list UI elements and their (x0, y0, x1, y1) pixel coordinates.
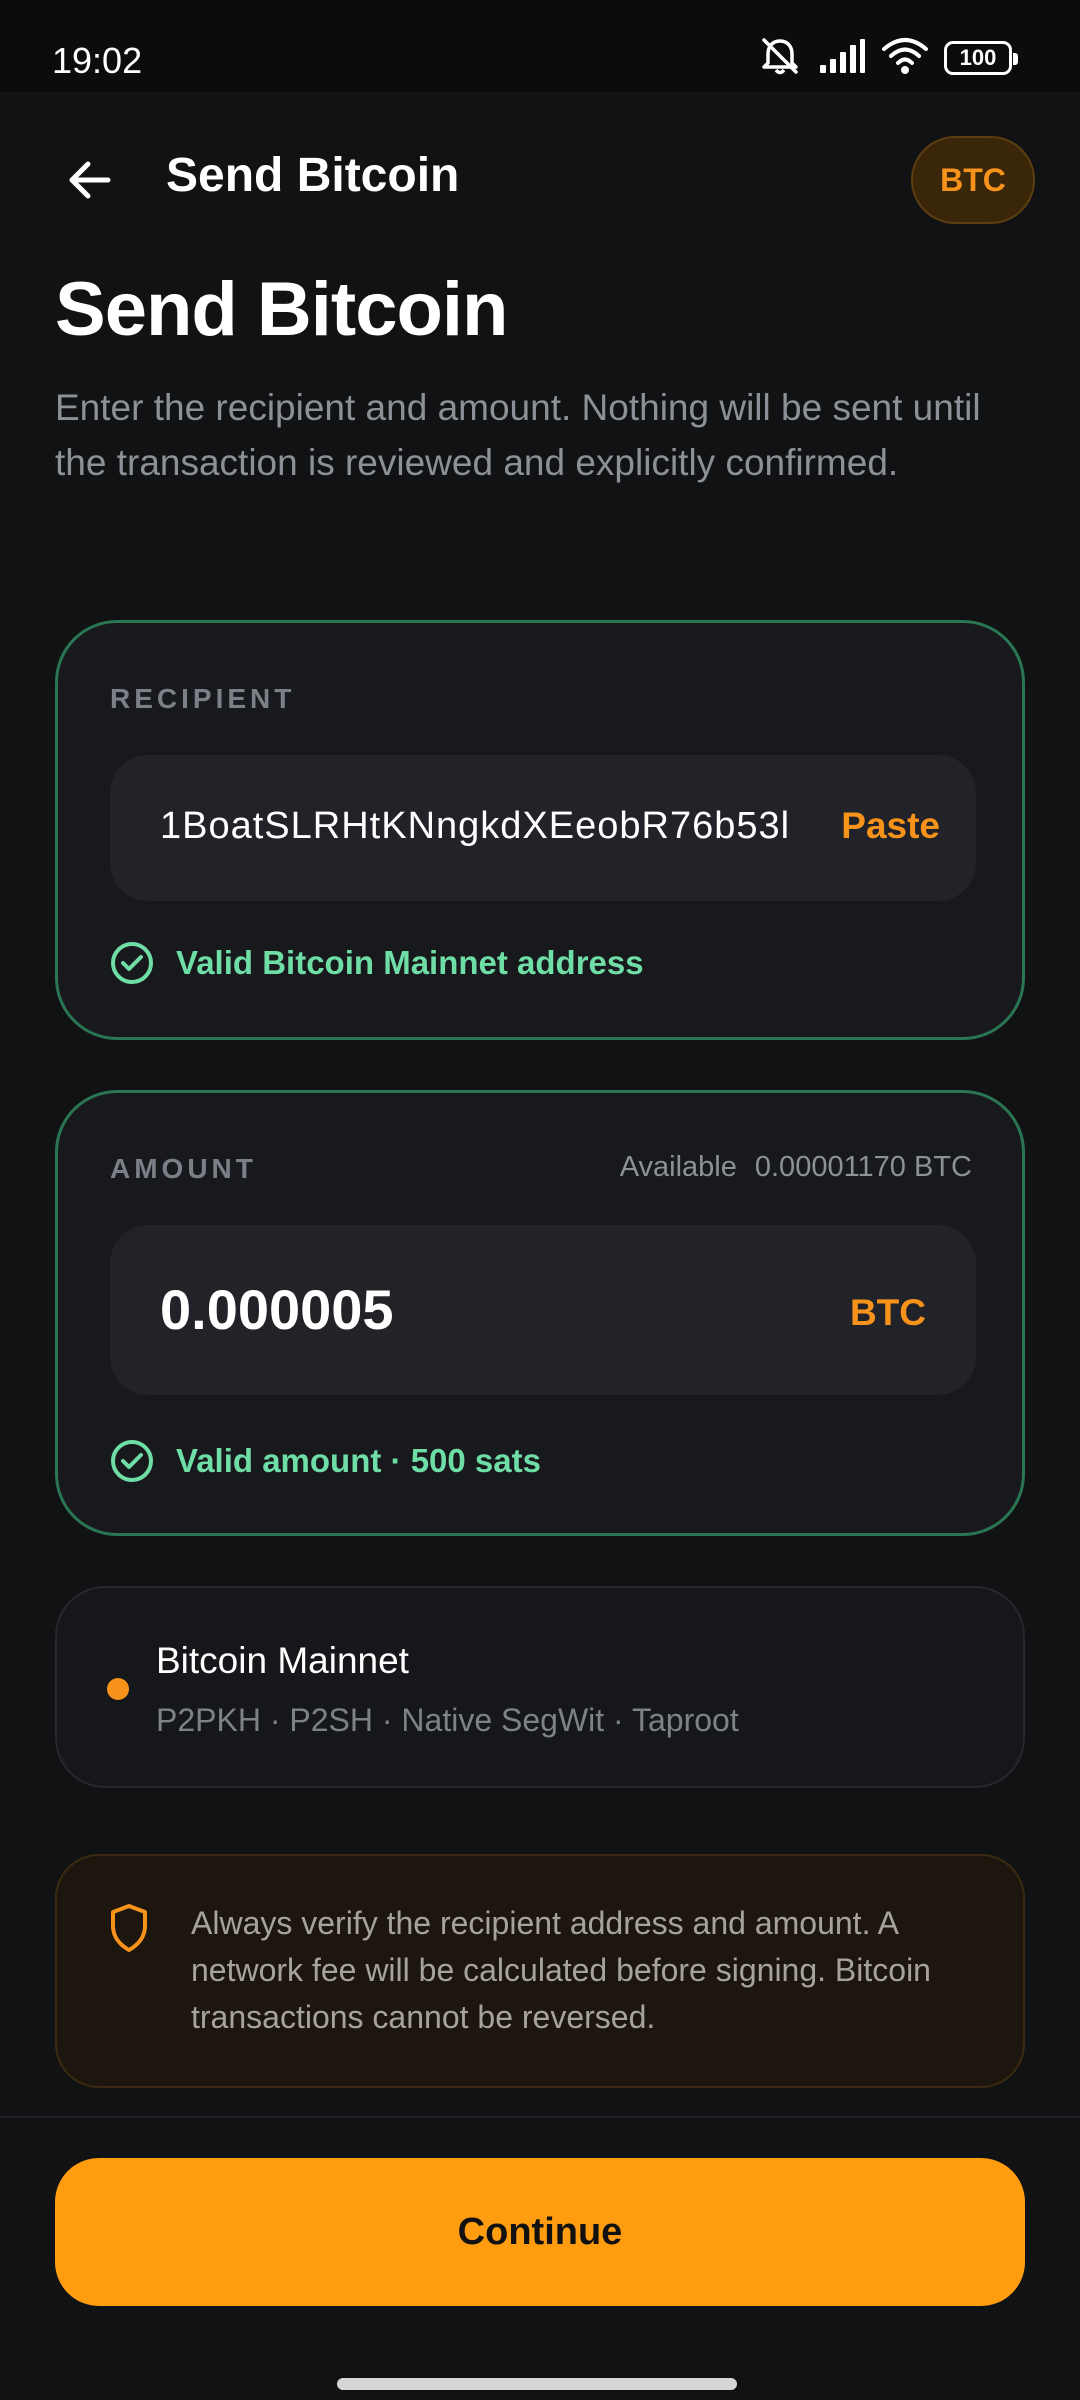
app-bar: Send Bitcoin BTC (0, 92, 1080, 268)
warning-text: Always verify the recipient address and … (191, 1905, 931, 2035)
amount-label: AMOUNT (110, 1153, 257, 1184)
network-card: Bitcoin Mainnet P2PKH · P2SH · Native Se… (55, 1586, 1025, 1788)
warning-card: Always verify the recipient address and … (55, 1854, 1025, 2088)
back-button[interactable] (48, 138, 132, 222)
amount-unit[interactable]: BTC (850, 1292, 926, 1334)
recipient-validation: Valid Bitcoin Mainnet address (110, 941, 644, 985)
amount-validation: Valid amount · 500 sats (110, 1439, 541, 1483)
amount-input[interactable]: 0.000005 (160, 1277, 394, 1342)
amount-validation-text: Valid amount · 500 sats (176, 1442, 541, 1479)
recipient-label: RECIPIENT (110, 683, 296, 714)
network-address-types: P2PKH · P2SH · Native SegWit · Taproot (156, 1702, 739, 1738)
available-label: Available (619, 1151, 737, 1183)
recipient-input[interactable]: 1BoatSLRHtKNngkdXEeobR76b53l (160, 805, 800, 848)
wifi-icon (882, 37, 928, 80)
available-balance: Available 0.00001170 BTC (620, 1151, 972, 1184)
recipient-field[interactable]: 1BoatSLRHtKNngkdXEeobR76b53l Paste (110, 755, 976, 901)
shield-icon (111, 1904, 147, 1952)
status-time: 19:02 (52, 40, 143, 81)
recipient-card: RECIPIENT 1BoatSLRHtKNngkdXEeobR76b53l P… (55, 620, 1025, 1040)
network-name: Bitcoin Mainnet (156, 1640, 409, 1681)
bottom-bar: Continue (0, 2116, 1080, 2400)
recipient-validation-text: Valid Bitcoin Mainnet address (176, 944, 644, 981)
mute-icon (758, 36, 802, 81)
battery-icon: 100 (944, 41, 1018, 75)
app-bar-title: Send Bitcoin (166, 149, 460, 202)
continue-button[interactable]: Continue (55, 2158, 1025, 2306)
status-bar: 19:02 100 (0, 0, 1080, 92)
check-circle-icon (111, 1440, 153, 1482)
amount-field[interactable]: 0.000005 BTC (110, 1225, 976, 1395)
page-title: Send Bitcoin (55, 267, 508, 352)
check-circle-icon (111, 942, 153, 984)
status-icons: 100 (758, 36, 1018, 81)
signal-icon (818, 37, 866, 80)
currency-chip[interactable]: BTC (911, 136, 1035, 224)
home-indicator[interactable] (337, 2378, 737, 2390)
page-subtitle: Enter the recipient and amount. Nothing … (55, 387, 981, 483)
network-status-dot (107, 1678, 129, 1700)
available-value: 0.00001170 BTC (754, 1151, 972, 1183)
amount-card: AMOUNT Available 0.00001170 BTC 0.000005… (55, 1090, 1025, 1536)
paste-button[interactable]: Paste (841, 805, 940, 847)
arrow-left-icon (69, 161, 111, 199)
